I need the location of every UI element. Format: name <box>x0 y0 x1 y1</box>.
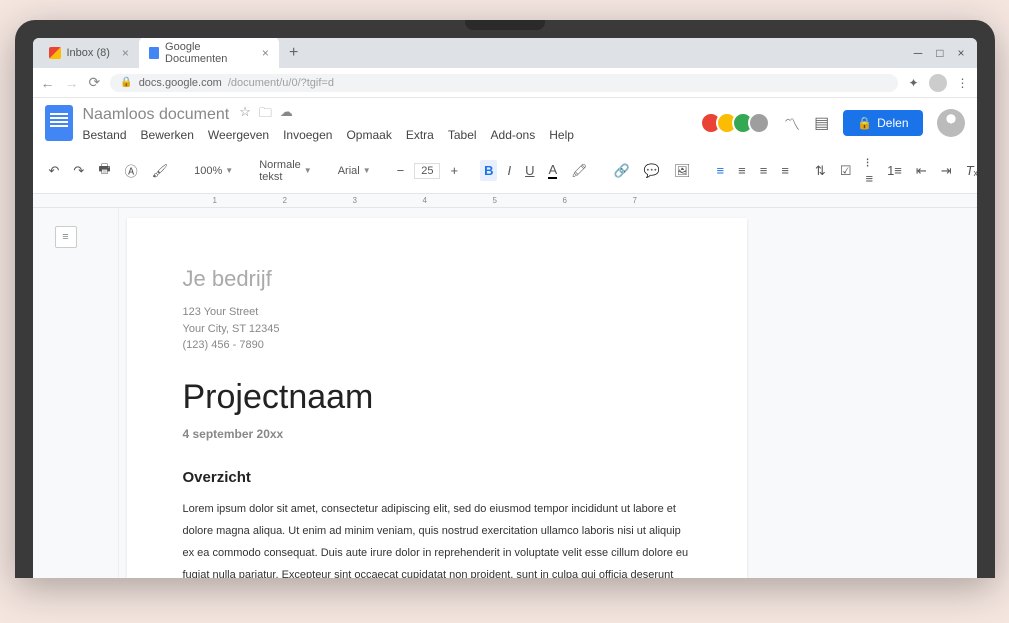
zoom-select[interactable]: 100%▼ <box>190 163 237 179</box>
menu-extra[interactable]: Extra <box>406 128 434 142</box>
activity-icon[interactable]: 〽 <box>784 111 800 135</box>
style-select[interactable]: Normale tekst▼ <box>255 157 316 185</box>
close-icon[interactable]: × <box>122 46 129 60</box>
document-area: ≡ Je bedrijf 123 Your Street Your City, … <box>33 208 977 578</box>
italic-button[interactable]: I <box>503 160 515 181</box>
undo-button[interactable]: ↶ <box>45 160 64 182</box>
document-date[interactable]: 4 september 20xx <box>183 427 691 441</box>
gmail-icon <box>49 47 61 59</box>
company-placeholder[interactable]: Je bedrijf <box>183 266 691 292</box>
close-icon[interactable]: × <box>957 46 964 60</box>
url-input[interactable]: 🔒 docs.google.com/document/u/0/?tgif=d <box>110 74 898 92</box>
body-paragraph[interactable]: Lorem ipsum dolor sit amet, consectetur … <box>183 498 691 579</box>
bullet-list-button[interactable]: ⁝≡ <box>861 152 877 189</box>
reload-button[interactable]: ⟳ <box>89 74 101 91</box>
docs-icon <box>149 47 159 59</box>
docs-header: Naamloos document ☆ 🗀 ☁ Bestand Bewerken… <box>33 98 977 148</box>
image-button[interactable]: 🖼 <box>670 160 695 182</box>
lock-icon: 🔒 <box>857 116 872 130</box>
collaborators[interactable] <box>706 112 770 134</box>
address-line: (123) 456 - 7890 <box>183 337 691 354</box>
indent-left-button[interactable]: ⇤ <box>912 160 931 182</box>
profile-icon[interactable] <box>929 74 947 92</box>
menu-insert[interactable]: Invoegen <box>283 128 332 142</box>
outline-toggle[interactable]: ≡ <box>55 226 77 248</box>
camera-notch <box>465 20 545 30</box>
vertical-ruler[interactable] <box>101 208 119 578</box>
tab-label: Inbox (8) <box>67 47 110 59</box>
comment-button[interactable]: 💬 <box>640 160 664 182</box>
new-tab-button[interactable]: + <box>279 44 308 62</box>
docs-logo-icon[interactable] <box>45 105 73 141</box>
document-title[interactable]: Naamloos document <box>83 106 230 124</box>
underline-button[interactable]: U <box>521 160 538 181</box>
address-bar: ← → ⟳ 🔒 docs.google.com/document/u/0/?tg… <box>33 68 977 98</box>
address-block[interactable]: 123 Your Street Your City, ST 12345 (123… <box>183 304 691 354</box>
align-left-button[interactable]: ≡ <box>713 160 729 181</box>
font-size-plus[interactable]: + <box>446 160 462 181</box>
menu-icon[interactable]: ⋮ <box>957 76 969 90</box>
section-heading[interactable]: Overzicht <box>183 469 691 486</box>
back-button[interactable]: ← <box>41 75 55 91</box>
url-path: /document/u/0/?tgif=d <box>228 77 334 89</box>
paint-format-button[interactable]: 🖌 <box>148 160 173 182</box>
forward-button[interactable]: → <box>65 75 79 91</box>
comments-icon[interactable]: ▤ <box>814 113 829 133</box>
lock-icon: 🔒 <box>120 77 132 88</box>
menu-edit[interactable]: Bewerken <box>141 128 194 142</box>
font-size-minus[interactable]: − <box>393 160 409 181</box>
menu-format[interactable]: Opmaak <box>346 128 391 142</box>
extensions-icon[interactable]: ✦ <box>908 76 918 90</box>
clear-format-button[interactable]: Tₓ <box>962 160 977 181</box>
align-right-button[interactable]: ≡ <box>756 160 772 181</box>
project-title[interactable]: Projectnaam <box>183 378 691 417</box>
minimize-icon[interactable]: ─ <box>914 46 923 60</box>
font-size-value[interactable]: 25 <box>414 163 440 179</box>
indent-right-button[interactable]: ⇥ <box>937 160 956 182</box>
browser-tab-inbox[interactable]: Inbox (8) × <box>39 42 139 64</box>
menu-addons[interactable]: Add-ons <box>491 128 536 142</box>
menu-view[interactable]: Weergeven <box>208 128 269 142</box>
header-right: 〽 ▤ 🔒 Delen <box>706 109 964 137</box>
menu-bar: Bestand Bewerken Weergeven Invoegen Opma… <box>83 128 697 142</box>
toolbar: ↶ ↷ 🖶 Ⓐ 🖌 100%▼ Normale tekst▼ Arial▼ − … <box>33 148 977 194</box>
print-button[interactable]: 🖶 <box>94 157 114 185</box>
text-color-button[interactable]: A <box>544 159 561 182</box>
bold-button[interactable]: B <box>480 160 497 181</box>
font-select[interactable]: Arial▼ <box>334 163 375 179</box>
share-label: Delen <box>877 116 908 130</box>
url-host: docs.google.com <box>139 77 222 89</box>
align-center-button[interactable]: ≡ <box>734 160 750 181</box>
star-icon[interactable]: ☆ <box>239 104 251 126</box>
redo-button[interactable]: ↷ <box>69 160 88 182</box>
laptop-frame: Inbox (8) × Google Documenten × + ─ □ × … <box>15 20 995 578</box>
tab-label: Google Documenten <box>165 41 250 65</box>
share-button[interactable]: 🔒 Delen <box>843 110 922 136</box>
highlight-button[interactable]: 🖍 <box>567 160 592 182</box>
address-line: Your City, ST 12345 <box>183 321 691 338</box>
horizontal-ruler[interactable]: 1 2 3 4 5 6 7 <box>33 194 977 208</box>
close-icon[interactable]: × <box>262 46 269 60</box>
maximize-icon[interactable]: □ <box>936 46 943 60</box>
line-spacing-button[interactable]: ⇅ <box>811 160 830 182</box>
link-button[interactable]: 🔗 <box>610 160 634 182</box>
browser-tab-docs[interactable]: Google Documenten × <box>139 38 279 69</box>
spellcheck-button[interactable]: Ⓐ <box>121 158 142 183</box>
title-area: Naamloos document ☆ 🗀 ☁ Bestand Bewerken… <box>83 104 697 142</box>
cloud-icon[interactable]: ☁ <box>280 104 293 126</box>
avatar <box>748 112 770 134</box>
menu-file[interactable]: Bestand <box>83 128 127 142</box>
window-controls: ─ □ × <box>914 46 971 60</box>
user-avatar[interactable] <box>937 109 965 137</box>
browser-tab-strip: Inbox (8) × Google Documenten × + ─ □ × <box>33 38 977 68</box>
menu-table[interactable]: Tabel <box>448 128 477 142</box>
screen: Inbox (8) × Google Documenten × + ─ □ × … <box>33 38 977 578</box>
address-line: 123 Your Street <box>183 304 691 321</box>
align-justify-button[interactable]: ≡ <box>777 160 793 181</box>
move-icon[interactable]: 🗀 <box>259 104 272 126</box>
checklist-button[interactable]: ☑ <box>836 160 856 182</box>
document-page[interactable]: Je bedrijf 123 Your Street Your City, ST… <box>127 218 747 578</box>
menu-help[interactable]: Help <box>549 128 574 142</box>
numbered-list-button[interactable]: 1≡ <box>883 160 906 181</box>
